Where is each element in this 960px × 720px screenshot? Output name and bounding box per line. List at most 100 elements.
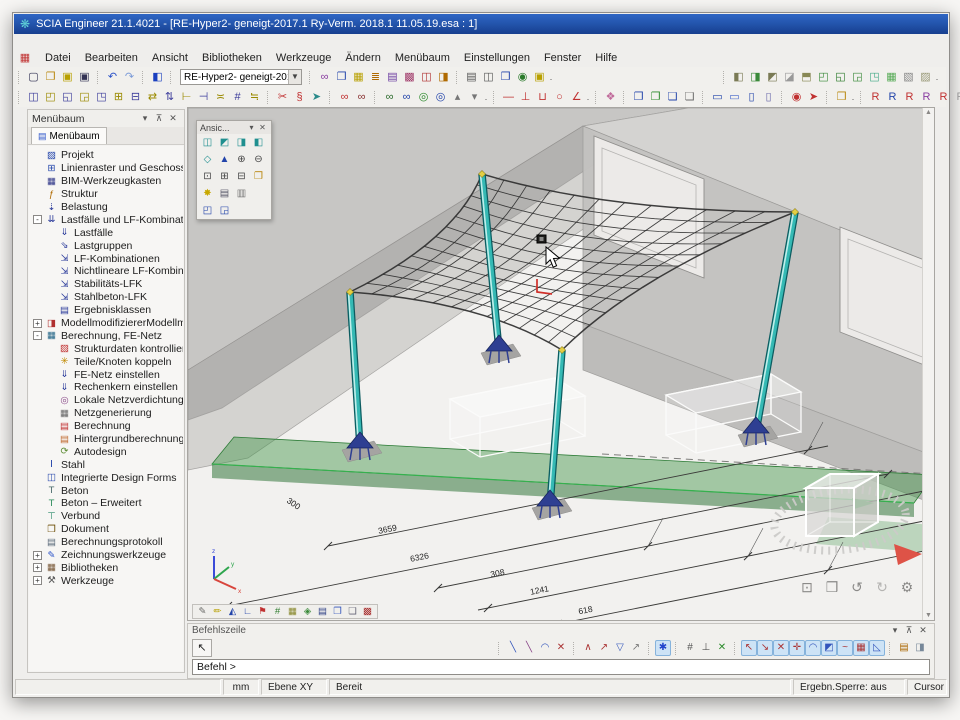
draw-perpendicular-icon[interactable]: ⊥ <box>517 89 534 105</box>
result-4-icon[interactable]: R <box>918 89 935 105</box>
shrink-icon[interactable]: ◈ <box>300 605 315 618</box>
tree-item-bibliotheken[interactable]: +▦Bibliotheken <box>29 562 183 575</box>
dot-grid-icon[interactable]: # <box>682 640 698 656</box>
rotate-view-up-icon[interactable]: ↻ <box>873 578 891 596</box>
support-a-icon[interactable]: ⊢ <box>178 89 195 105</box>
menu-datei[interactable]: Datei <box>38 51 78 65</box>
close-icon[interactable]: ✕ <box>166 113 180 124</box>
snap-center-icon[interactable]: ✛ <box>789 640 805 656</box>
tables-icon[interactable]: ≣ <box>367 69 384 85</box>
wireframe-2-icon[interactable]: ◨ <box>747 69 764 85</box>
loads-icon[interactable]: ⚑ <box>255 605 270 618</box>
menu-ansicht[interactable]: Ansicht <box>145 51 195 65</box>
expand-icon[interactable]: + <box>33 576 42 585</box>
tree-item-berechnung[interactable]: ▤Berechnung <box>29 420 183 433</box>
draw-angle-icon[interactable]: ∠ <box>568 89 585 105</box>
clipboard-icon[interactable]: ▤ <box>384 69 401 85</box>
zoom-border-icon[interactable]: ⊡ <box>798 578 816 596</box>
view-settings-icon[interactable]: ⚙ <box>898 578 916 596</box>
wireframe-9-icon[interactable]: ◳ <box>866 69 883 85</box>
expand-icon[interactable]: + <box>33 563 42 572</box>
member-system-icon[interactable]: ◲ <box>76 89 93 105</box>
open-project-icon[interactable]: ❐ <box>42 69 59 85</box>
unit-cube-icon[interactable]: ❒ <box>823 578 841 596</box>
toolbar-overflow-icon[interactable]: . <box>850 92 856 102</box>
document-icon[interactable]: ❒ <box>497 69 514 85</box>
gallery-icon[interactable]: ▩ <box>401 69 418 85</box>
zoom-out-icon[interactable]: ⊖ <box>250 152 267 167</box>
saved-views-icon[interactable]: ❐ <box>250 169 267 184</box>
project-selector-combo[interactable]: RE-Hyper2- geneigt-201▼ <box>180 69 302 85</box>
tree-item-linienraster-und-geschosse[interactable]: ⊞Linienraster und Geschosse <box>29 162 183 175</box>
scroll-down-icon[interactable]: ▼ <box>925 612 932 619</box>
connect-members-icon[interactable]: ◳ <box>93 89 110 105</box>
tree-item-dokument[interactable]: ❒Dokument <box>29 523 183 536</box>
binocular-green-icon[interactable]: ∞ <box>381 89 398 105</box>
undo-icon[interactable]: ↶ <box>104 69 121 85</box>
mesh-points-icon[interactable]: # <box>229 89 246 105</box>
copy-b-icon[interactable]: ❐ <box>647 89 664 105</box>
equalize-icon[interactable]: ≒ <box>246 89 263 105</box>
wireframe-5-icon[interactable]: ⬒ <box>798 69 815 85</box>
command-input[interactable]: Befehl > <box>192 659 930 675</box>
snap-intersection-icon[interactable]: ✕ <box>773 640 789 656</box>
tree-item-teile-knoten-koppeln[interactable]: ✳Teile/Knoten koppeln <box>29 355 183 368</box>
supports-icon[interactable]: ∟ <box>240 605 255 618</box>
rotate-view-down-icon[interactable]: ↺ <box>848 578 866 596</box>
wireframe-mode-icon[interactable]: ✎ <box>195 605 210 618</box>
expand-icon[interactable]: + <box>33 319 42 328</box>
tree-item-lf-kombinationen[interactable]: ⇲LF-Kombinationen <box>29 252 183 265</box>
frame-a-icon[interactable]: ▭ <box>709 89 726 105</box>
tree-item-bim-werkzeugkasten[interactable]: ▦BIM-Werkzeugkasten <box>29 175 183 188</box>
report-icon[interactable]: ◉ <box>514 69 531 85</box>
status-cell[interactable]: Cursor <box>907 679 947 695</box>
tracking-mode-icon[interactable]: ✱ <box>655 640 671 656</box>
volumes-icon[interactable]: ◭ <box>225 605 240 618</box>
link-parts-icon[interactable]: ∞ <box>316 69 333 85</box>
cut-member-icon[interactable]: ✂ <box>274 89 291 105</box>
menu-bibliotheken[interactable]: Bibliotheken <box>195 51 269 65</box>
scroll-up-icon[interactable]: ▲ <box>925 109 932 116</box>
layer-up-icon[interactable]: ▴ <box>449 89 466 105</box>
tree-item-autodesign[interactable]: ⟳Autodesign <box>29 445 183 458</box>
ortho-mode-icon[interactable]: ⊥ <box>698 640 714 656</box>
tree-item-zeichnungswerkzeuge[interactable]: +✎Zeichnungswerkzeuge <box>29 549 183 562</box>
menu-hilfe[interactable]: Hilfe <box>588 51 624 65</box>
wireframe-6-icon[interactable]: ◰ <box>815 69 832 85</box>
tree-item-beton-erweitert[interactable]: TBeton – Erweitert <box>29 497 183 510</box>
expand-icon[interactable]: + <box>33 551 42 560</box>
document-menu-icon[interactable]: ▦ <box>16 51 34 64</box>
menu-men-baum[interactable]: Menübaum <box>388 51 457 65</box>
result-1-icon[interactable]: R <box>867 89 884 105</box>
activity-icon[interactable]: ▩ <box>360 605 375 618</box>
save-icon[interactable]: ▣ <box>76 69 93 85</box>
view-z-icon[interactable]: ◨ <box>233 135 250 150</box>
tree-item-lastfälle[interactable]: ⇓Lastfälle <box>29 226 183 239</box>
paper-space-icon[interactable]: ◫ <box>418 69 435 85</box>
menu-einstellungen[interactable]: Einstellungen <box>457 51 537 65</box>
wireframe-3-icon[interactable]: ◩ <box>764 69 781 85</box>
result-3-icon[interactable]: R <box>901 89 918 105</box>
visibility-filter-2-icon[interactable]: ◎ <box>432 89 449 105</box>
zoom-selection-icon[interactable]: ⊟ <box>233 169 250 184</box>
snap-grid-point-icon[interactable]: ▦ <box>853 640 869 656</box>
tree-item-belastung[interactable]: ⇣Belastung <box>29 201 183 214</box>
tree-item-ergebnisklassen[interactable]: ▤Ergebnisklassen <box>29 304 183 317</box>
view-glasses-icon[interactable]: ∞ <box>336 89 353 105</box>
node-display-icon[interactable]: ◫ <box>25 89 42 105</box>
visibility-filter-icon[interactable]: ◎ <box>415 89 432 105</box>
align-members-icon[interactable]: ⇅ <box>161 89 178 105</box>
member-edit-icon[interactable]: § <box>291 89 308 105</box>
snap-node-icon[interactable]: ↖ <box>741 640 757 656</box>
tree-item-berechnungsprotokoll[interactable]: ▤Berechnungsprotokoll <box>29 536 183 549</box>
move-arrow-icon[interactable]: ➤ <box>308 89 325 105</box>
tree-item-netzgenerierung[interactable]: ▦Netzgenerierung <box>29 407 183 420</box>
result-2-icon[interactable]: R <box>884 89 901 105</box>
tree-item-verbund[interactable]: ⊤Verbund <box>29 510 183 523</box>
hinge-remove-icon[interactable]: ⊟ <box>127 89 144 105</box>
snap-edge-icon[interactable]: ◺ <box>869 640 885 656</box>
tree-item-stabilitäts-lfk[interactable]: ⇲Stabilitäts-LFK <box>29 278 183 291</box>
zoom-in-icon[interactable]: ⊕ <box>233 152 250 167</box>
snap-more-icon[interactable]: ◨ <box>912 640 928 656</box>
views-icon[interactable]: ❏ <box>345 605 360 618</box>
